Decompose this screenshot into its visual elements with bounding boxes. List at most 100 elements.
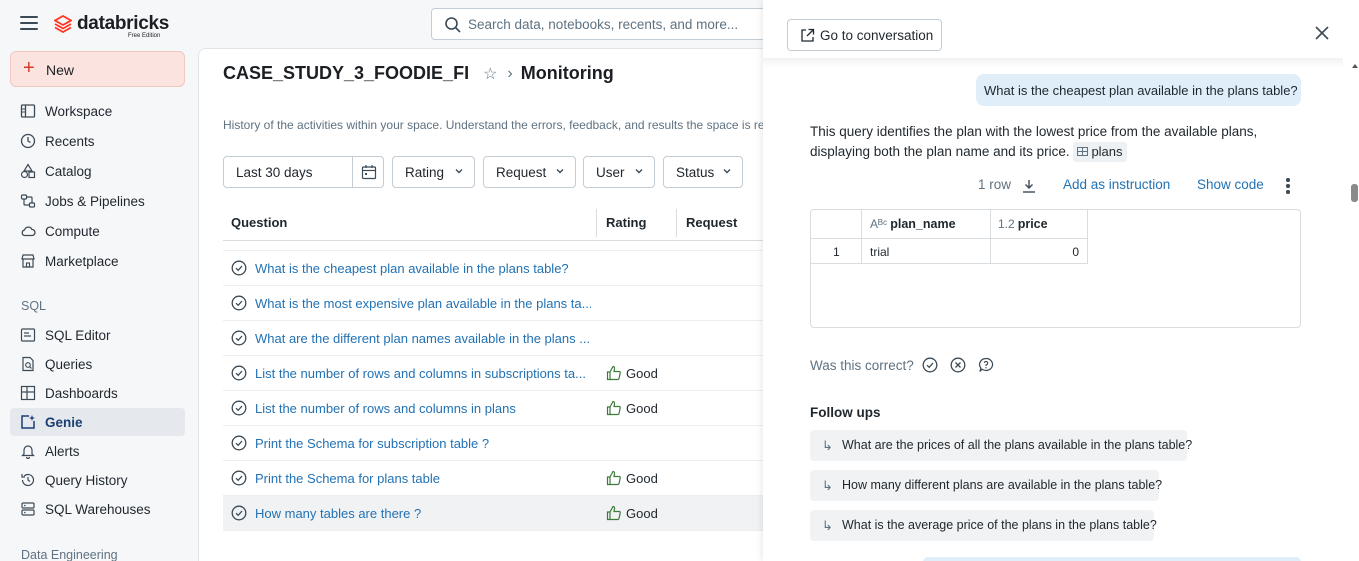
- check-circle-icon: [231, 365, 247, 381]
- history-icon: [21, 473, 35, 487]
- sidebar-item-dashboards[interactable]: Dashboards: [10, 379, 185, 407]
- close-icon[interactable]: [1314, 25, 1330, 41]
- question-link[interactable]: Print the Schema for plans table: [255, 471, 591, 486]
- request-filter[interactable]: Request: [483, 156, 576, 188]
- sidebar-item-label: SQL Editor: [45, 328, 111, 343]
- table-reference-chip[interactable]: plans: [1073, 142, 1127, 162]
- table-row[interactable]: Print the Schema for subscription table …: [223, 426, 778, 461]
- sidebar-item-jobs-pipelines[interactable]: Jobs & Pipelines: [10, 187, 185, 215]
- result-table-header: Aᴮᶜ plan_name 1.2 price: [811, 210, 1088, 239]
- column-header-question[interactable]: Question: [231, 215, 287, 230]
- star-icon[interactable]: ☆: [483, 64, 497, 84]
- hamburger-menu-icon[interactable]: [20, 16, 38, 30]
- followup-text: What are the prices of all the plans ava…: [842, 438, 1193, 452]
- table-row[interactable]: How many tables are there ? Good: [223, 496, 778, 531]
- space-title[interactable]: CASE_STUDY_3_FOODIE_FI: [223, 63, 469, 84]
- sidebar-item-marketplace[interactable]: Marketplace: [10, 247, 185, 275]
- sidebar-item-workspace[interactable]: Workspace: [10, 97, 185, 125]
- column-resize-handle[interactable]: [596, 209, 597, 237]
- scrollbar-thumb[interactable]: [1351, 184, 1358, 202]
- sidebar-item-queries[interactable]: Queries: [10, 350, 185, 378]
- rating-label: Good: [626, 365, 658, 381]
- cloud-icon: [21, 226, 36, 237]
- check-circle-icon[interactable]: [922, 357, 938, 373]
- sidebar-item-label: Recents: [45, 134, 95, 149]
- question-link[interactable]: List the number of rows and columns in s…: [255, 366, 591, 381]
- sidebar-item-compute[interactable]: Compute: [10, 217, 185, 245]
- date-range-filter[interactable]: Last 30 days: [223, 156, 384, 188]
- table-row[interactable]: List the number of rows and columns in s…: [223, 356, 778, 391]
- followup-suggestion[interactable]: ↳ What is the average price of the plans…: [810, 510, 1157, 541]
- question-link[interactable]: What is the cheapest plan available in t…: [255, 261, 591, 276]
- databricks-logo[interactable]: databricks: [54, 14, 169, 34]
- table-row[interactable]: What is the cheapest plan available in t…: [223, 251, 778, 286]
- download-icon[interactable]: [1021, 178, 1037, 194]
- price-cell[interactable]: 0: [991, 239, 1088, 263]
- sidebar-item-alerts[interactable]: Alerts: [10, 437, 185, 465]
- clock-icon: [20, 133, 36, 149]
- question-link[interactable]: What is the most expensive plan availabl…: [255, 296, 591, 311]
- main-content: CASE_STUDY_3_FOODIE_FI ☆ › Monitoring Hi…: [198, 48, 778, 561]
- rating-label: Good: [626, 470, 658, 486]
- dashboard-icon: [20, 385, 36, 401]
- rating-label: Good: [626, 400, 658, 416]
- sidebar-item-recents[interactable]: Recents: [10, 127, 185, 155]
- go-to-conversation-button[interactable]: Go to conversation: [787, 19, 942, 51]
- arrow-return-icon: ↳: [822, 518, 833, 533]
- column-resize-handle[interactable]: [676, 209, 677, 237]
- databricks-logo-icon: [54, 15, 72, 33]
- search-icon: [445, 17, 461, 33]
- arrow-return-icon: ↳: [822, 478, 833, 493]
- rating-filter[interactable]: Rating: [392, 156, 475, 188]
- followup-suggestion[interactable]: ↳ What are the prices of all the plans a…: [810, 430, 1192, 461]
- sidebar-item-label: Query History: [45, 473, 128, 488]
- comment-question-icon[interactable]: [978, 357, 994, 373]
- table-icon: [1077, 147, 1089, 156]
- table-row[interactable]: List the number of rows and columns in p…: [223, 391, 778, 426]
- show-code-button[interactable]: Show code: [1197, 177, 1264, 195]
- sidebar-item-genie[interactable]: Genie: [10, 408, 185, 436]
- x-circle-icon[interactable]: [950, 357, 966, 373]
- new-button-label: New: [46, 62, 75, 78]
- date-range-label: Last 30 days: [236, 165, 313, 180]
- column-header-rating[interactable]: Rating: [606, 215, 646, 230]
- search-input[interactable]: Search data, notebooks, recents, and mor…: [431, 8, 771, 40]
- calendar-button[interactable]: [352, 157, 384, 187]
- user-filter[interactable]: User: [583, 156, 655, 188]
- page-title: Monitoring: [520, 63, 614, 83]
- rating-cell: Good: [606, 400, 658, 416]
- thumbs-up-icon: [606, 505, 621, 521]
- followup-suggestion[interactable]: ↳ How many different plans are available…: [810, 470, 1162, 501]
- new-button[interactable]: + New: [10, 51, 185, 87]
- external-link-icon: [801, 28, 815, 42]
- more-options-icon[interactable]: [1286, 178, 1290, 196]
- column-header-request[interactable]: Request: [686, 215, 737, 230]
- next-user-message: [923, 557, 1301, 561]
- panel-divider: [763, 58, 1343, 68]
- question-link[interactable]: List the number of rows and columns in p…: [255, 401, 591, 416]
- column-header-price[interactable]: 1.2 price: [991, 210, 1088, 238]
- sidebar-item-label: Catalog: [45, 164, 92, 179]
- scroll-up-arrow[interactable]: [1352, 64, 1358, 68]
- sidebar-item-query-history[interactable]: Query History: [10, 466, 185, 494]
- status-filter[interactable]: Status: [663, 156, 743, 188]
- table-row[interactable]: Print the Schema for plans table Good: [223, 461, 778, 496]
- catalog-icon: [20, 163, 36, 179]
- column-header-plan-name[interactable]: Aᴮᶜ plan_name: [862, 210, 991, 238]
- question-link[interactable]: Print the Schema for subscription table …: [255, 436, 591, 451]
- sidebar-item-sql-warehouses[interactable]: SQL Warehouses: [10, 495, 185, 523]
- scrollbar[interactable]: [1351, 60, 1359, 561]
- question-link[interactable]: How many tables are there ?: [255, 506, 591, 521]
- sidebar-item-catalog[interactable]: Catalog: [10, 157, 185, 185]
- table-row[interactable]: What is the most expensive plan availabl…: [223, 286, 778, 321]
- add-as-instruction-button[interactable]: Add as instruction: [1063, 177, 1170, 195]
- question-link[interactable]: What are the different plan names availa…: [255, 331, 591, 346]
- chevron-down-icon: [635, 169, 643, 174]
- user-message-text: What is the cheapest plan available in t…: [984, 83, 1298, 98]
- chevron-down-icon: [723, 169, 731, 174]
- sidebar-item-label: Genie: [45, 415, 83, 430]
- rating-label: Good: [626, 505, 658, 521]
- table-row[interactable]: What are the different plan names availa…: [223, 321, 778, 356]
- sidebar-item-sql-editor[interactable]: SQL Editor: [10, 321, 185, 349]
- plan-name-cell[interactable]: trial: [862, 239, 991, 263]
